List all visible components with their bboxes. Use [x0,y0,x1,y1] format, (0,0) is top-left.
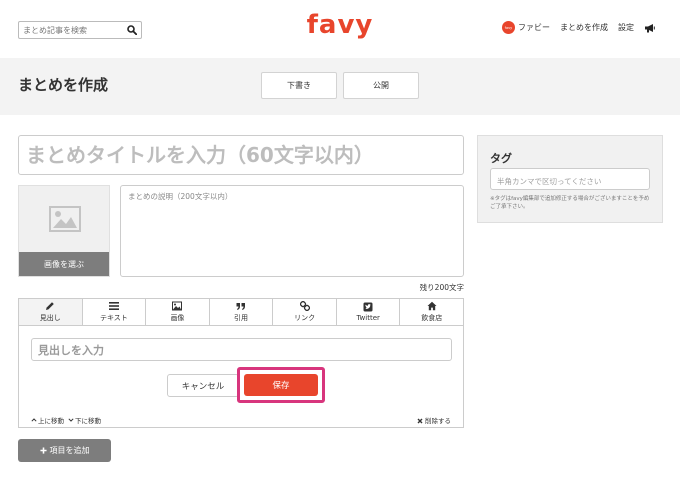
chevron-up-icon[interactable] [31,417,37,423]
home-icon [427,301,437,311]
item-editor: 見出し テキスト 画像 引用 リンク Twitter 飲食店 見出しを入力 キャ… [18,298,464,428]
pencil-icon [46,302,55,310]
tab-label: 飲食店 [421,314,443,322]
tags-heading: タグ [490,152,512,165]
close-icon[interactable] [417,418,423,424]
item-type-tabs: 見出し テキスト 画像 引用 リンク Twitter 飲食店 [19,299,464,326]
image-selector[interactable]: 画像を選ぶ [18,185,110,277]
tags-input[interactable] [491,171,649,192]
page-header-band: まとめを作成 下書き 公開 [0,58,680,115]
publish-button[interactable]: 公開 [343,72,419,99]
tags-panel: タグ ※タグはfavy編集部で追加修正する場合がございますことを予めご了承下さい… [477,135,663,223]
heading-input[interactable] [32,340,451,361]
tab-label: 引用 [234,314,249,322]
tab-text[interactable]: テキスト [82,299,147,325]
description-textarea[interactable] [121,186,463,276]
move-up-link[interactable]: 上に移動 [38,415,64,425]
cancel-button[interactable]: キャンセル [167,374,239,397]
tab-label: 画像 [170,314,185,322]
nav-create-matome[interactable]: まとめを作成 [560,22,608,33]
image-placeholder-icon [49,206,81,232]
top-header: favy favy ファビー まとめを作成 設定 [0,0,680,58]
avatar[interactable]: favy [502,21,515,34]
list-icon [108,302,119,310]
tags-field[interactable] [490,168,650,192]
page-title: まとめを作成 [18,76,109,94]
tab-restaurant[interactable]: 飲食店 [400,299,464,325]
chevron-down-icon[interactable] [68,417,74,423]
twitter-icon [363,302,373,312]
header-nav: favy ファビー まとめを作成 設定 [502,21,656,34]
tab-label: Twitter [356,314,380,322]
quote-icon [236,303,246,310]
add-item-button[interactable]: 項目を追加 [18,439,111,462]
heading-field[interactable] [31,338,452,361]
title-input[interactable] [19,136,463,174]
tab-label: リンク [294,314,316,322]
link-icon [299,301,310,311]
tab-quote[interactable]: 引用 [209,299,274,325]
delete-link[interactable]: 削除する [417,415,451,425]
tab-image[interactable]: 画像 [146,299,210,325]
delete-label[interactable]: 削除する [425,417,451,425]
description-field[interactable] [120,185,464,277]
tab-label: 見出し [39,314,61,322]
tags-note: ※タグはfavy編集部で追加修正する場合がございますことを予めご了承下さい。 [490,196,650,210]
nav-settings[interactable]: 設定 [618,22,634,33]
tab-label: テキスト [99,314,128,322]
choose-image-button[interactable]: 画像を選ぶ [19,252,109,276]
save-highlight-box: 保存 [237,367,325,403]
title-field[interactable] [18,135,464,175]
tab-heading[interactable]: 見出し [19,299,83,325]
move-down-link[interactable]: 下に移動 [75,415,101,425]
nav-user-name[interactable]: ファビー [518,22,550,33]
remaining-chars: 残り200文字 [419,283,464,292]
plus-icon [39,447,47,454]
add-item-label: 項目を追加 [49,446,90,455]
tab-twitter[interactable]: Twitter [336,299,401,325]
megaphone-icon[interactable] [644,23,656,33]
save-button[interactable]: 保存 [244,374,318,396]
image-icon [172,301,183,311]
draft-button[interactable]: 下書き [261,72,337,99]
tab-link[interactable]: リンク [273,299,337,325]
move-controls: 上に移動 下に移動 [31,415,101,425]
